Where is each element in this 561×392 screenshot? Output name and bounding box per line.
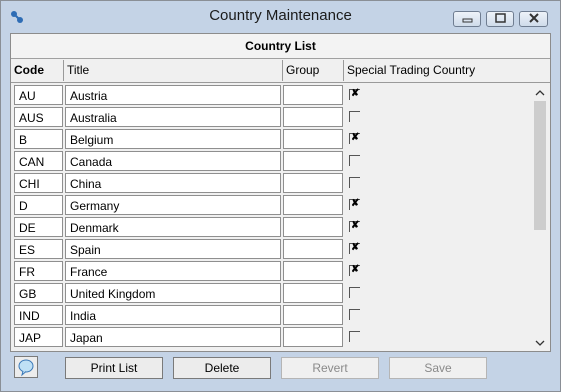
special-trading-checkbox[interactable]: ✘ (349, 220, 360, 232)
title-cell[interactable]: Belgium (65, 129, 281, 149)
group-cell[interactable] (283, 151, 343, 171)
column-header-title[interactable]: Title (64, 60, 283, 81)
help-bubble-icon (18, 359, 34, 377)
code-cell[interactable]: JAP (14, 327, 63, 347)
vertical-scrollbar[interactable] (532, 87, 548, 350)
column-header-code[interactable]: Code (11, 60, 64, 81)
code-cell[interactable]: FR (14, 261, 63, 281)
group-cell[interactable] (283, 129, 343, 149)
maximize-button[interactable] (486, 11, 514, 27)
check-mark-icon: ✘ (351, 264, 360, 275)
title-cell[interactable]: Spain (65, 239, 281, 259)
code-cell[interactable]: D (14, 195, 63, 215)
title-cell[interactable]: Canada (65, 151, 281, 171)
scroll-up-icon[interactable] (535, 89, 545, 97)
app-window: Country Maintenance Country List Code Ti… (0, 0, 561, 392)
title-bar[interactable]: Country Maintenance (1, 1, 560, 31)
code-cell[interactable]: CAN (14, 151, 63, 171)
group-cell[interactable] (283, 173, 343, 193)
revert-button[interactable]: Revert (281, 357, 379, 379)
delete-button[interactable]: Delete (173, 357, 271, 379)
help-button[interactable] (14, 356, 38, 378)
code-cell[interactable]: ES (14, 239, 63, 259)
title-cell[interactable]: United Kingdom (65, 283, 281, 303)
special-trading-checkbox[interactable]: ✘ (349, 132, 360, 144)
title-cell[interactable]: China (65, 173, 281, 193)
special-trading-checkbox[interactable] (349, 331, 360, 342)
special-trading-checkbox[interactable] (349, 155, 360, 166)
maximize-icon (495, 13, 506, 23)
code-cell[interactable]: GB (14, 283, 63, 303)
code-cell[interactable]: DE (14, 217, 63, 237)
group-cell[interactable] (283, 107, 343, 127)
group-cell[interactable] (283, 305, 343, 325)
column-header-special-trading-country[interactable]: Special Trading Country (344, 60, 550, 81)
print-list-button[interactable]: Print List (65, 357, 163, 379)
special-trading-checkbox[interactable] (349, 111, 360, 122)
close-button[interactable] (519, 11, 548, 27)
title-cell[interactable]: Australia (65, 107, 281, 127)
country-list-panel: Country List Code Title Group Special Tr… (10, 33, 551, 352)
scroll-down-icon[interactable] (535, 339, 545, 347)
check-mark-icon: ✘ (351, 242, 360, 253)
special-trading-checkbox[interactable] (349, 309, 360, 320)
check-mark-icon: ✘ (351, 132, 360, 143)
check-mark-icon: ✘ (351, 198, 360, 209)
header-divider (11, 82, 550, 83)
code-cell[interactable]: AU (14, 85, 63, 105)
title-cell[interactable]: Germany (65, 195, 281, 215)
check-mark-icon: ✘ (351, 220, 360, 231)
special-trading-checkbox[interactable]: ✘ (349, 198, 360, 210)
title-cell[interactable]: Japan (65, 327, 281, 347)
title-cell[interactable]: France (65, 261, 281, 281)
code-cell[interactable]: AUS (14, 107, 63, 127)
minimize-button[interactable] (453, 11, 481, 27)
title-cell[interactable]: Denmark (65, 217, 281, 237)
group-cell[interactable] (283, 261, 343, 281)
group-cell[interactable] (283, 239, 343, 259)
special-trading-checkbox[interactable] (349, 177, 360, 188)
special-trading-checkbox[interactable]: ✘ (349, 264, 360, 276)
group-cell[interactable] (283, 327, 343, 347)
group-cell[interactable] (283, 195, 343, 215)
special-trading-checkbox[interactable]: ✘ (349, 242, 360, 254)
group-cell[interactable] (283, 283, 343, 303)
special-trading-checkbox[interactable]: ✘ (349, 88, 360, 100)
code-cell[interactable]: CHI (14, 173, 63, 193)
group-cell[interactable] (283, 85, 343, 105)
code-cell[interactable]: B (14, 129, 63, 149)
check-mark-icon: ✘ (351, 88, 360, 99)
code-cell[interactable]: IND (14, 305, 63, 325)
save-button[interactable]: Save (389, 357, 487, 379)
column-header-group[interactable]: Group (283, 60, 344, 81)
title-cell[interactable]: India (65, 305, 281, 325)
group-cell[interactable] (283, 217, 343, 237)
close-icon (529, 13, 539, 23)
special-trading-checkbox[interactable] (349, 287, 360, 298)
title-cell[interactable]: Austria (65, 85, 281, 105)
table-caption: Country List (11, 34, 550, 59)
scrollbar-thumb[interactable] (534, 101, 546, 230)
minimize-icon (462, 18, 473, 23)
